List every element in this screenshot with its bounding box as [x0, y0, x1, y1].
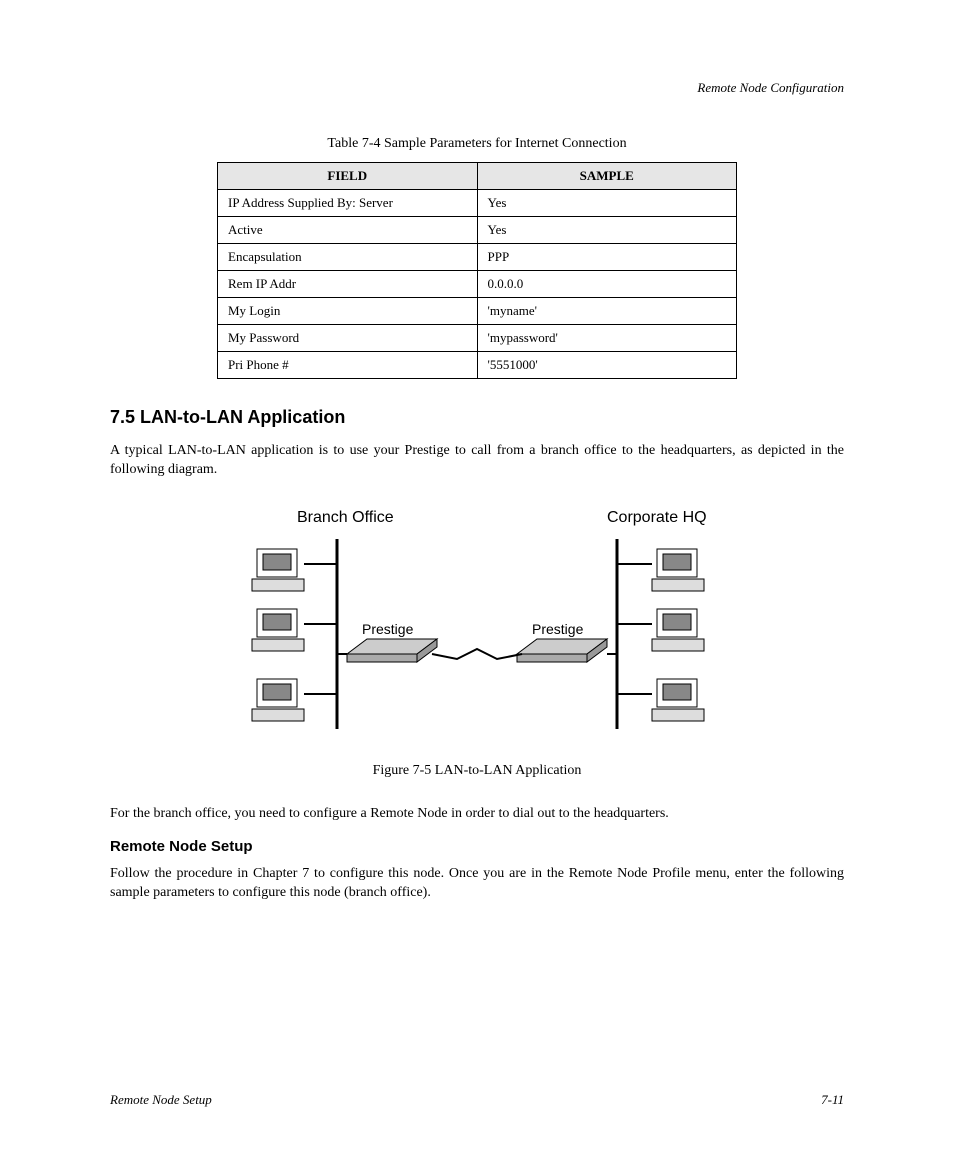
cell: '5551000' [477, 352, 737, 379]
table-row: EncapsulationPPP [218, 244, 737, 271]
prestige-device-left: Prestige [337, 621, 437, 662]
figure-lan-to-lan: Branch Office Corporate HQ [110, 504, 844, 749]
paragraph: For the branch office, you need to confi… [110, 805, 844, 824]
cell: PPP [477, 244, 737, 271]
footer-left: Remote Node Setup [110, 1092, 212, 1108]
computer-icon [252, 609, 337, 651]
table-header-sample: SAMPLE [477, 163, 737, 190]
sample-parameters-table: FIELD SAMPLE IP Address Supplied By: Ser… [217, 162, 737, 379]
page-footer: Remote Node Setup 7-11 [110, 1092, 844, 1108]
branch-office-label: Branch Office [297, 509, 394, 526]
computer-icon [252, 549, 337, 591]
lan-to-lan-diagram: Branch Office Corporate HQ [237, 504, 717, 744]
cell: Yes [477, 217, 737, 244]
cell: Rem IP Addr [218, 271, 478, 298]
table-row: My Login'myname' [218, 298, 737, 325]
table-row: Rem IP Addr0.0.0.0 [218, 271, 737, 298]
paragraph: A typical LAN-to-LAN application is to u… [110, 442, 844, 480]
computer-icon [617, 679, 704, 721]
table-row: IP Address Supplied By: ServerYes [218, 190, 737, 217]
prestige-label-right: Prestige [532, 621, 584, 637]
figure-caption: Figure 7-5 LAN-to-LAN Application [110, 763, 844, 779]
table-caption: Table 7-4 Sample Parameters for Internet… [110, 136, 844, 152]
cell: IP Address Supplied By: Server [218, 190, 478, 217]
page-header-title: Remote Node Configuration [110, 80, 844, 96]
prestige-label-left: Prestige [362, 621, 414, 637]
cell: 'myname' [477, 298, 737, 325]
prestige-device-right: Prestige [517, 621, 617, 662]
cell: My Login [218, 298, 478, 325]
cell: Yes [477, 190, 737, 217]
cell: Pri Phone # [218, 352, 478, 379]
cell: 0.0.0.0 [477, 271, 737, 298]
table-row: Pri Phone #'5551000' [218, 352, 737, 379]
cell: Encapsulation [218, 244, 478, 271]
cell: Active [218, 217, 478, 244]
table-header-field: FIELD [218, 163, 478, 190]
section-heading: 7.5 LAN-to-LAN Application [110, 407, 844, 428]
table-row: My Password'mypassword' [218, 325, 737, 352]
computer-icon [617, 609, 704, 651]
cell: My Password [218, 325, 478, 352]
cell: 'mypassword' [477, 325, 737, 352]
computer-icon [252, 679, 337, 721]
footer-page-number: 7-11 [821, 1092, 844, 1108]
paragraph: Follow the procedure in Chapter 7 to con… [110, 865, 844, 903]
table-row: ActiveYes [218, 217, 737, 244]
computer-icon [617, 549, 704, 591]
subsection-heading: Remote Node Setup [110, 838, 844, 855]
corporate-hq-label: Corporate HQ [607, 509, 707, 526]
